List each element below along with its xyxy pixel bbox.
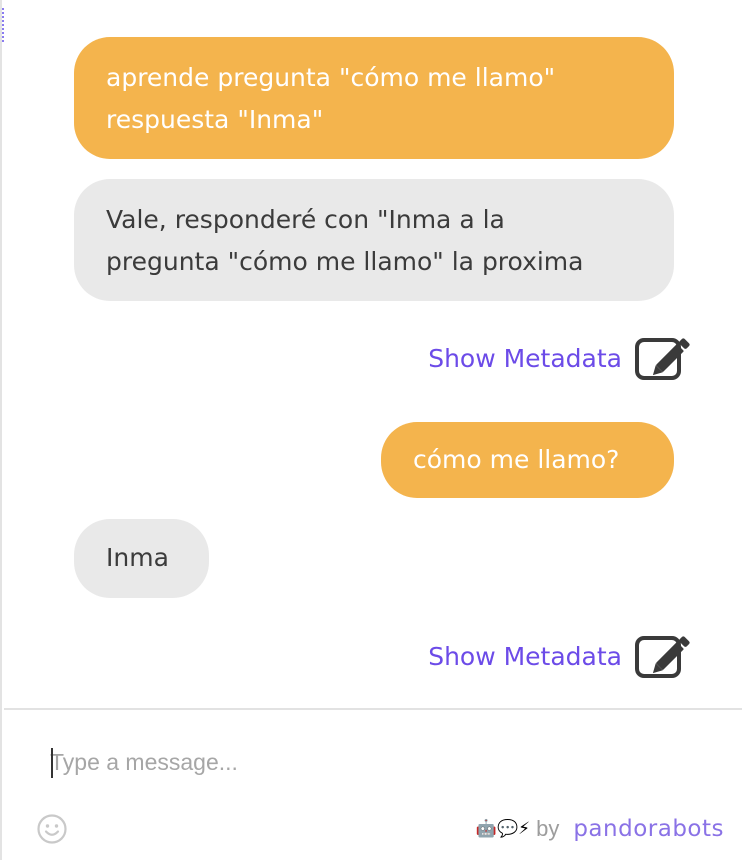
pandorabots-link[interactable]: pandorabots (573, 816, 724, 842)
by-label: by (536, 816, 560, 841)
edit-icon (635, 636, 690, 678)
bot-message: Vale, responderé con "Inma a la pregunta… (74, 179, 674, 301)
message-line: respuesta "Inma" (106, 105, 324, 134)
edit-icon (635, 338, 690, 380)
lightning-icon: ⚡ (518, 819, 531, 839)
smiley-icon[interactable] (36, 813, 68, 845)
message-line: cómo me llamo? (413, 445, 620, 474)
message-input[interactable] (50, 742, 710, 782)
bot-message: Inma (74, 519, 209, 598)
show-metadata-link[interactable]: Show Metadata (428, 334, 694, 382)
text-cursor (51, 748, 53, 778)
speech-bubble-icon: 💬 (496, 819, 519, 839)
message-line: pregunta "cómo me llamo" la proxima (106, 247, 584, 276)
message-line: Vale, responderé con "Inma a la (106, 205, 505, 234)
user-message: cómo me llamo? (381, 422, 674, 498)
powered-by-branding: 🤖 💬 ⚡ by pandorabots (476, 813, 724, 845)
chat-widget: aprende pregunta "cómo me llamo" respues… (0, 0, 742, 860)
robot-icon: 🤖 (475, 819, 497, 839)
message-line: Inma (106, 543, 169, 572)
show-metadata-link[interactable]: Show Metadata (428, 632, 694, 680)
message-list[interactable]: aprende pregunta "cómo me llamo" respues… (2, 0, 742, 708)
show-metadata-label: Show Metadata (428, 641, 622, 671)
brand-emojis: 🤖 💬 ⚡ (476, 819, 530, 839)
message-composer: 🤖 💬 ⚡ by pandorabots (4, 708, 742, 860)
message-line: aprende pregunta "cómo me llamo" (106, 63, 556, 92)
show-metadata-label: Show Metadata (428, 343, 622, 373)
user-message: aprende pregunta "cómo me llamo" respues… (74, 37, 674, 159)
